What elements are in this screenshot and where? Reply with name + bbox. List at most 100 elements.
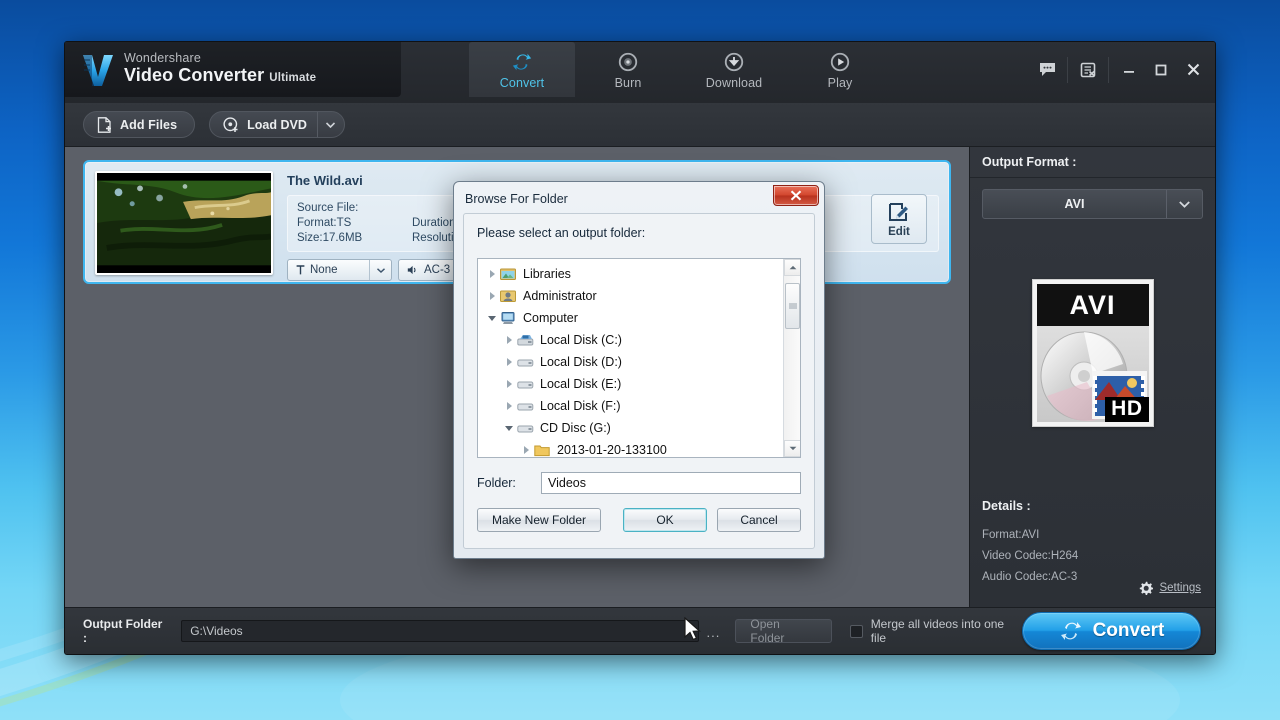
tree-item-local-disk-c[interactable]: Local Disk (C:) <box>484 329 783 351</box>
tree-expander-collapsed[interactable] <box>484 292 500 300</box>
dialog-close-button[interactable] <box>773 185 819 206</box>
scrollbar-thumb[interactable] <box>785 283 800 329</box>
drive-icon <box>517 377 537 391</box>
convert-button-label: Convert <box>1092 620 1165 641</box>
subtitle-dropdown-arrow[interactable] <box>369 260 391 280</box>
folder-tree-box: Libraries Administrator Computer Local D… <box>477 258 801 458</box>
edit-pencil-icon <box>889 202 908 221</box>
wondershare-v-logo-icon <box>83 54 113 86</box>
tree-item-local-disk-e[interactable]: Local Disk (E:) <box>484 373 783 395</box>
folder-name-row: Folder: Videos <box>477 472 801 494</box>
output-folder-input[interactable]: G:\Videos <box>181 620 699 642</box>
tree-item-cd-disc-g[interactable]: CD Disc (G:) <box>484 417 783 439</box>
tree-expander-collapsed[interactable] <box>484 270 500 278</box>
format-artwork-hd-badge: HD <box>1105 397 1149 422</box>
chevron-down-icon <box>789 446 796 451</box>
tree-item-administrator[interactable]: Administrator <box>484 285 783 307</box>
load-dvd-button[interactable]: Load DVD <box>210 112 317 137</box>
tree-expander-collapsed[interactable] <box>518 446 534 454</box>
tree-expander-collapsed[interactable] <box>501 336 517 344</box>
tree-expander-collapsed[interactable] <box>501 402 517 410</box>
detail-audio-codec: Audio Codec:AC-3 <box>982 571 1078 583</box>
format-value: Format:TS <box>297 217 352 229</box>
tree-item-computer[interactable]: Computer <box>484 307 783 329</box>
thumbnail-image <box>97 173 271 273</box>
tree-scrollbar[interactable] <box>783 259 800 457</box>
detail-video-codec: Video Codec:H264 <box>982 550 1079 562</box>
close-button[interactable] <box>1177 55 1209 85</box>
scroll-down-button[interactable] <box>784 440 800 457</box>
tree-item-local-disk-f[interactable]: Local Disk (F:) <box>484 395 783 417</box>
dialog-prompt: Please select an output folder: <box>477 226 646 240</box>
scroll-up-button[interactable] <box>784 259 800 276</box>
desktop: Wondershare Video Converter Ultimate Conv… <box>0 0 1280 720</box>
output-format-pane: Output Format : AVI AVI HD Details: For… <box>970 147 1215 607</box>
video-thumbnail <box>95 171 273 275</box>
tree-item-label: Local Disk (C:) <box>540 333 622 347</box>
register-button[interactable] <box>1072 55 1104 85</box>
dialog-body: Please select an output folder: Librarie… <box>463 213 815 549</box>
merge-videos-checkbox[interactable] <box>849 624 863 638</box>
winctl-divider-2 <box>1108 56 1109 83</box>
load-dvd-button-group[interactable]: Load DVD <box>209 111 345 138</box>
tree-item-libraries[interactable]: Libraries <box>484 263 783 285</box>
output-format-dropdown-arrow[interactable] <box>1166 190 1202 218</box>
folder-name-value: Videos <box>548 476 586 490</box>
format-artwork-inner: AVI HD <box>1036 284 1149 422</box>
register-icon <box>1080 62 1096 77</box>
tab-play[interactable]: Play <box>787 42 893 97</box>
minimize-button[interactable] <box>1113 55 1145 85</box>
tree-expander-collapsed[interactable] <box>501 380 517 388</box>
tab-burn[interactable]: Burn <box>575 42 681 97</box>
subtitle-value-wrap: None <box>288 264 369 276</box>
tree-item-label: Administrator <box>523 289 597 303</box>
bottom-bar: Output Folder : G:\Videos ... Open Folde… <box>65 607 1215 654</box>
output-format-select[interactable]: AVI <box>982 189 1203 219</box>
cancel-button[interactable]: Cancel <box>717 508 801 532</box>
title-bar: Wondershare Video Converter Ultimate Conv… <box>65 42 1215 103</box>
tree-expander-collapsed[interactable] <box>501 358 517 366</box>
tree-expander-expanded[interactable] <box>501 425 517 431</box>
folder-name-label: Folder: <box>477 476 516 490</box>
output-folder-value: G:\Videos <box>190 624 243 638</box>
tab-download[interactable]: Download <box>681 42 787 97</box>
tree-item-dated-folder[interactable]: 2013-01-20-133100 <box>484 439 783 457</box>
tab-convert[interactable]: Convert <box>469 42 575 97</box>
edit-button-label: Edit <box>888 225 910 238</box>
tab-play-label: Play <box>827 76 853 90</box>
brand-sub: Wondershare <box>124 51 202 66</box>
load-dvd-dropdown-arrow[interactable] <box>316 112 344 137</box>
output-folder-label: Output Folder : <box>83 617 163 645</box>
folder-name-input[interactable]: Videos <box>541 472 801 494</box>
tree-expander-expanded[interactable] <box>484 315 500 321</box>
tree-item-label: Computer <box>523 311 578 325</box>
brand-main: Video Converter <box>124 64 265 85</box>
settings-link[interactable]: Settings <box>1139 581 1201 595</box>
open-folder-button[interactable]: Open Folder <box>735 617 832 645</box>
minimize-icon <box>1124 70 1134 73</box>
ok-label: OK <box>656 513 674 527</box>
drive-icon <box>517 399 537 413</box>
dialog-title-bar: Browse For Folder <box>457 185 821 212</box>
make-new-folder-button[interactable]: Make New Folder <box>477 508 601 532</box>
format-artwork: AVI HD <box>1031 279 1154 427</box>
dialog-buttons: Make New Folder OK Cancel <box>477 508 801 532</box>
add-files-button[interactable]: Add Files <box>83 111 196 138</box>
tree-item-local-disk-d[interactable]: Local Disk (D:) <box>484 351 783 373</box>
close-icon <box>790 190 802 201</box>
dialog-title: Browse For Folder <box>465 191 568 206</box>
ok-button[interactable]: OK <box>623 508 707 532</box>
feedback-button[interactable] <box>1031 55 1063 85</box>
maximize-button[interactable] <box>1145 55 1177 85</box>
edit-button[interactable]: Edit <box>871 194 927 244</box>
format-artwork-title: AVI <box>1069 289 1116 320</box>
burn-disc-icon <box>618 52 638 72</box>
tab-download-label: Download <box>705 76 763 90</box>
folder-tree: Libraries Administrator Computer Local D… <box>478 259 783 457</box>
merge-videos-checkbox-wrap[interactable]: Merge all videos into one file <box>849 617 1022 645</box>
gear-icon <box>1140 581 1154 595</box>
convert-button[interactable]: Convert <box>1021 612 1201 650</box>
tree-item-label: Local Disk (D:) <box>540 355 622 369</box>
subtitle-select[interactable]: None <box>287 259 392 281</box>
output-folder-browse-button[interactable]: ... <box>704 620 724 642</box>
